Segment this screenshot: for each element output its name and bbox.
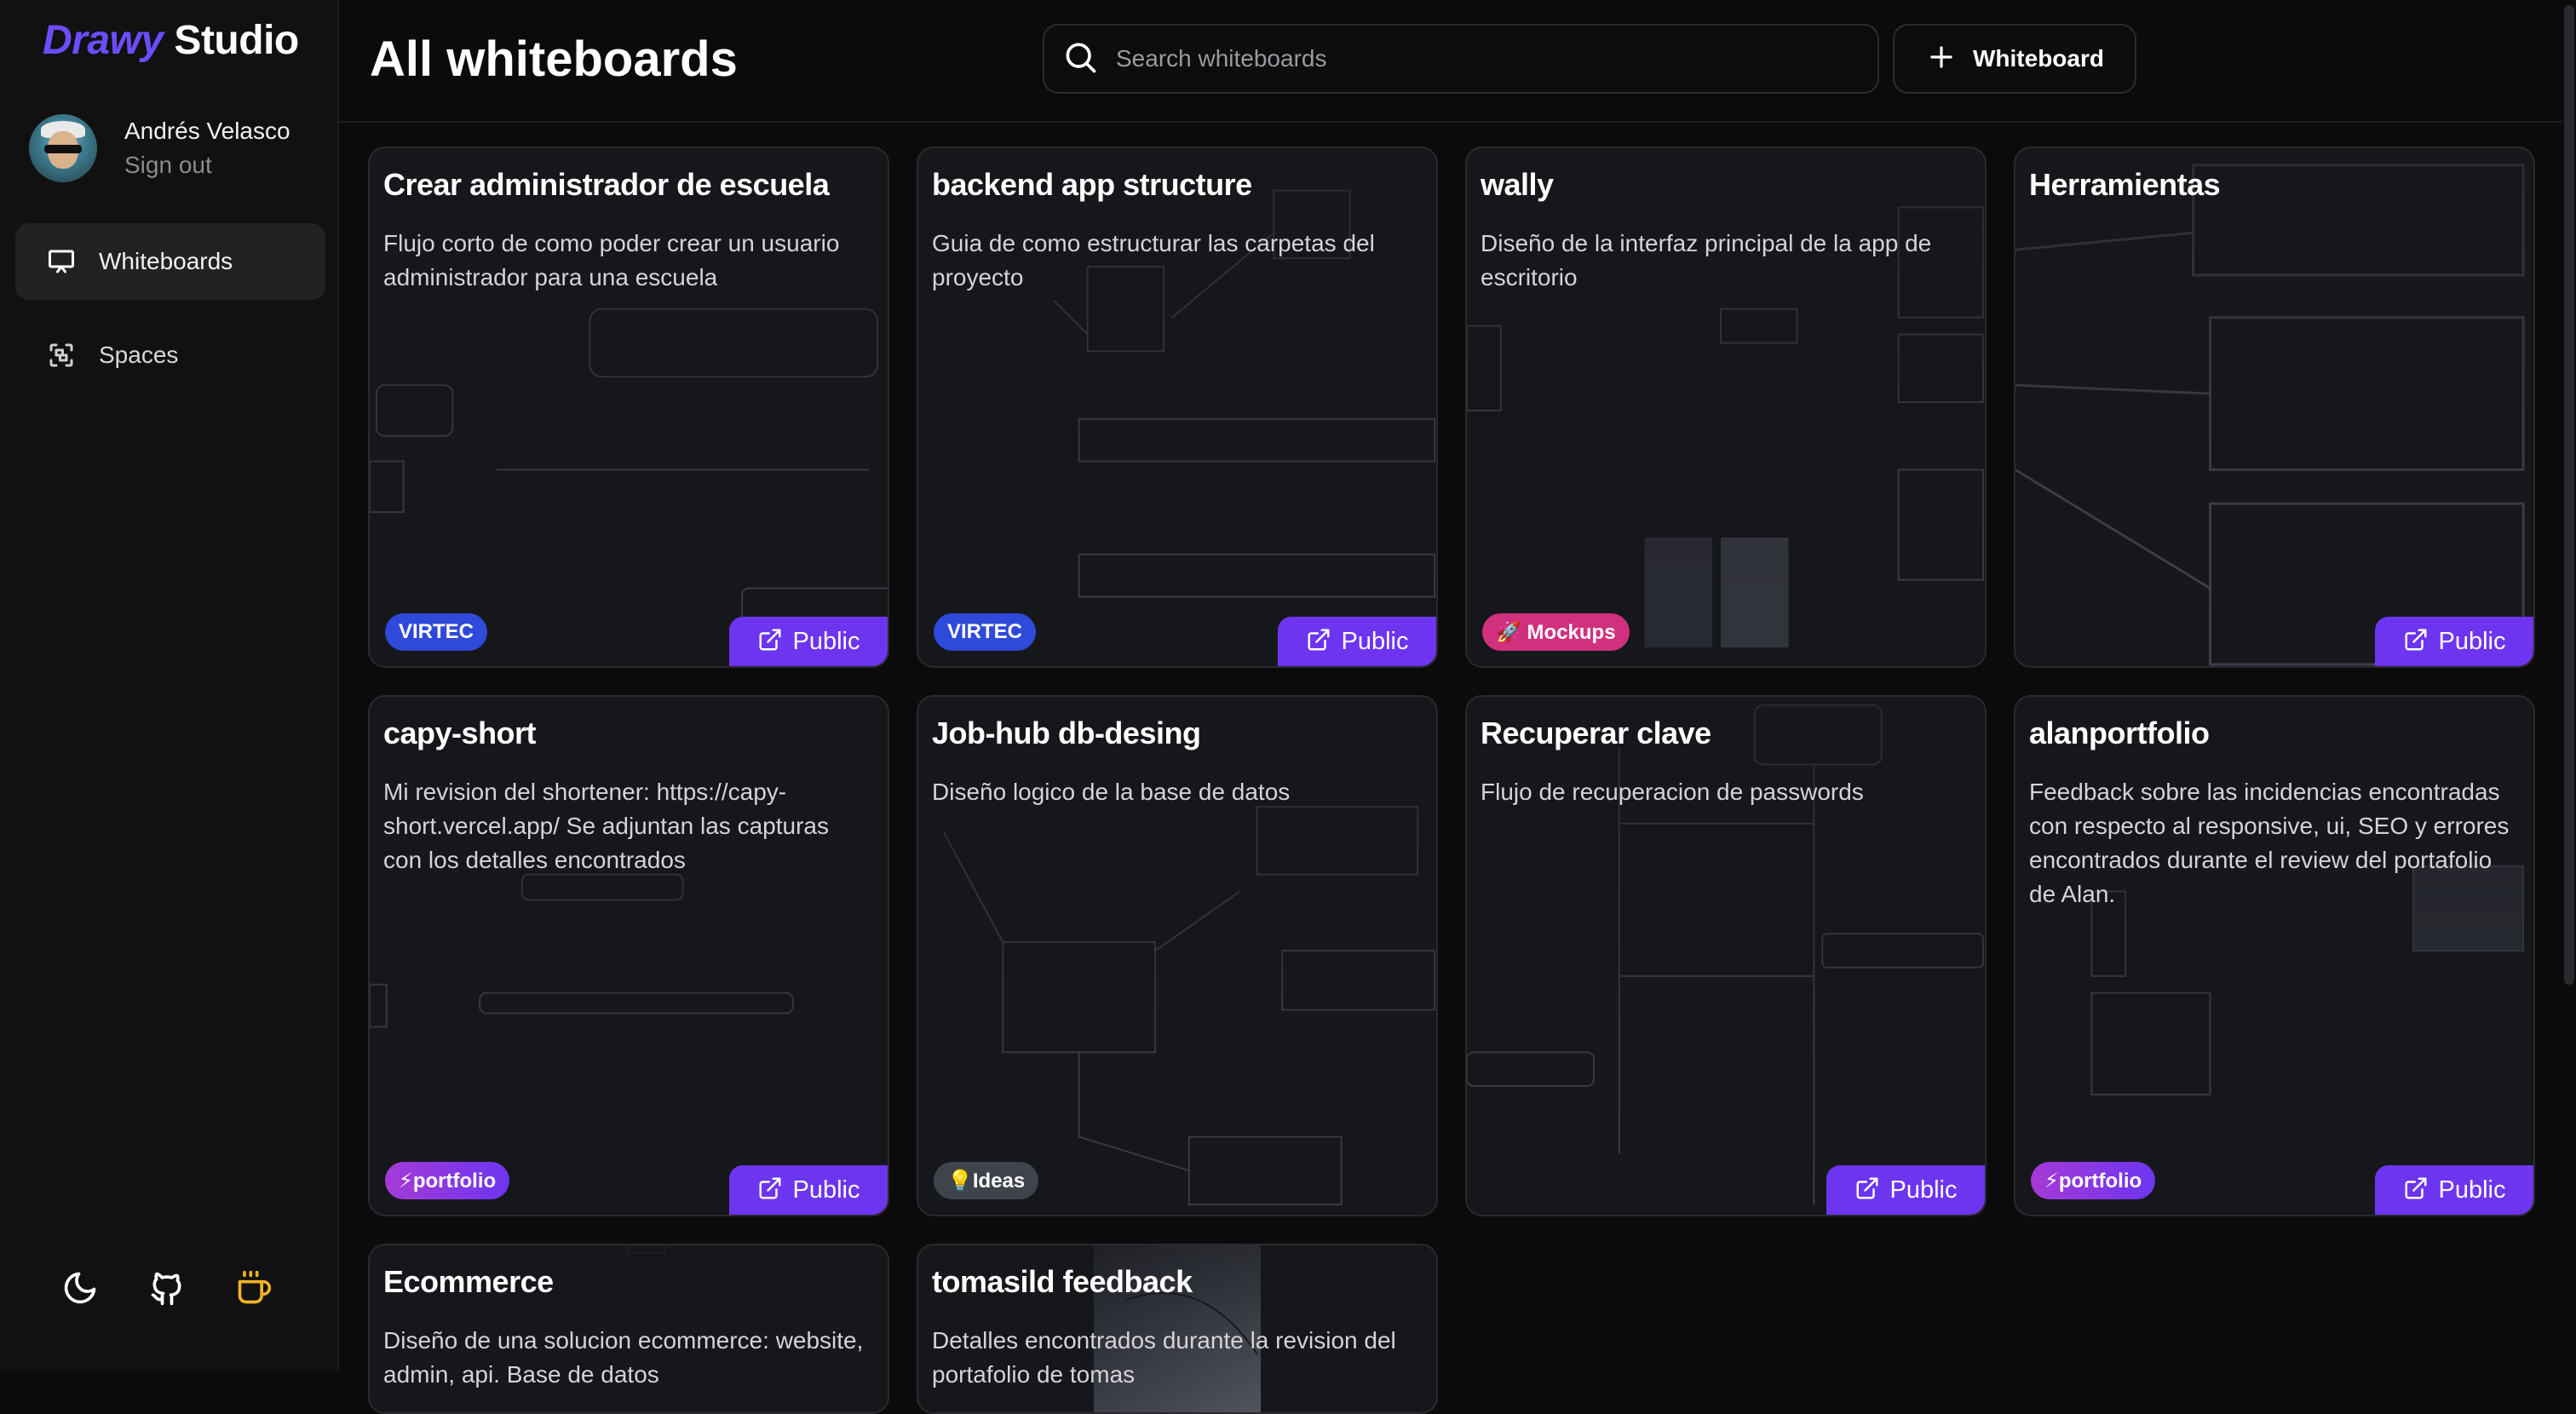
public-label: Public bbox=[2438, 627, 2506, 655]
space-tag[interactable]: ⚡portfolio bbox=[2031, 1162, 2156, 1199]
card-description: Flujo de recuperacion de passwords bbox=[1481, 779, 1864, 805]
public-link-button[interactable]: Public bbox=[1826, 1165, 1985, 1215]
card-description: Feedback sobre las incidencias encontrad… bbox=[2029, 779, 2510, 907]
card-description: Detalles encontrados durante la revision… bbox=[932, 1327, 1396, 1388]
sidebar-item-whiteboards[interactable]: Whiteboards bbox=[15, 223, 325, 300]
external-link-icon bbox=[2403, 627, 2429, 657]
whiteboard-card[interactable]: Herramientas Public bbox=[2014, 147, 2535, 668]
whiteboard-card[interactable]: wally Diseño de la interfaz principal de … bbox=[1465, 147, 1987, 668]
card-title: Ecommerce bbox=[383, 1264, 554, 1299]
public-link-button[interactable]: Public bbox=[2375, 617, 2533, 666]
public-link-button[interactable]: Public bbox=[729, 617, 888, 666]
space-tag[interactable]: 💡Ideas bbox=[934, 1162, 1039, 1199]
avatar[interactable] bbox=[29, 114, 97, 182]
card-description: Flujo corto de como poder crear un usuar… bbox=[383, 230, 840, 290]
spaces-scan-icon bbox=[44, 338, 78, 372]
card-title: alanportfolio bbox=[2029, 716, 2210, 750]
sign-out-link[interactable]: Sign out bbox=[124, 152, 212, 179]
brand-part-2: Studio bbox=[174, 18, 299, 63]
avatar-glasses bbox=[44, 145, 82, 153]
github-icon[interactable] bbox=[147, 1267, 187, 1308]
whiteboard-card[interactable]: Ecommerce Diseño de una solucion ecommerc… bbox=[368, 1244, 889, 1414]
public-link-button[interactable]: Public bbox=[2375, 1165, 2533, 1215]
card-overlay bbox=[2015, 148, 2533, 666]
page-title: All whiteboards bbox=[370, 32, 738, 87]
card-title: tomasild feedback bbox=[932, 1264, 1193, 1299]
sidebar: Drawy Studio Andrés Velasco Sign out Whi… bbox=[0, 0, 339, 1371]
card-title: Herramientas bbox=[2029, 167, 2221, 202]
scrollbar-thumb[interactable] bbox=[2564, 5, 2574, 985]
external-link-icon bbox=[1854, 1175, 1880, 1205]
public-link-button[interactable]: Public bbox=[729, 1165, 888, 1215]
header-divider bbox=[339, 121, 2576, 123]
card-title: wally bbox=[1481, 167, 1554, 202]
new-whiteboard-label: Whiteboard bbox=[1973, 45, 2104, 72]
space-tag[interactable]: VIRTEC bbox=[934, 613, 1037, 651]
whiteboard-card[interactable]: Job-hub db-desing Diseño logico de la bas… bbox=[917, 695, 1438, 1216]
external-link-icon bbox=[757, 627, 783, 657]
sidebar-item-label: Whiteboards bbox=[99, 248, 233, 274]
card-title: Job-hub db-desing bbox=[932, 716, 1201, 750]
search-icon bbox=[1061, 38, 1099, 80]
presentation-board-icon bbox=[44, 244, 78, 279]
external-link-icon bbox=[757, 1175, 783, 1205]
card-description: Guia de como estructurar las carpetas de… bbox=[932, 230, 1375, 290]
whiteboard-card[interactable]: Recuperar clave Flujo de recuperacion de … bbox=[1465, 695, 1987, 1216]
whiteboard-card[interactable]: capy-short Mi revision del shortener: htt… bbox=[368, 695, 889, 1216]
public-label: Public bbox=[1889, 1175, 1958, 1204]
public-label: Public bbox=[2438, 1175, 2506, 1204]
whiteboard-card[interactable]: alanportfolio Feedback sobre las incidenc… bbox=[2014, 695, 2535, 1216]
public-label: Public bbox=[1341, 627, 1409, 655]
brand-part-1: Drawy bbox=[43, 18, 164, 63]
plus-icon bbox=[1925, 41, 1958, 78]
search-bar bbox=[1043, 24, 1879, 94]
brand-logo[interactable]: Drawy Studio bbox=[43, 17, 299, 64]
sidebar-footer bbox=[60, 1267, 274, 1308]
card-title: capy-short bbox=[383, 716, 537, 750]
card-title: Crear administrador de escuela bbox=[383, 167, 830, 202]
coffee-cup-icon[interactable] bbox=[233, 1267, 274, 1308]
space-tag[interactable]: VIRTEC bbox=[385, 613, 488, 651]
user-name: Andrés Velasco bbox=[124, 118, 290, 144]
space-tag[interactable]: ⚡portfolio bbox=[385, 1162, 510, 1199]
card-title: backend app structure bbox=[932, 167, 1252, 202]
sidebar-item-spaces[interactable]: Spaces bbox=[15, 317, 325, 394]
card-description: Diseño logico de la base de datos bbox=[932, 779, 1291, 805]
public-label: Public bbox=[792, 1175, 860, 1204]
external-link-icon bbox=[1306, 627, 1331, 657]
card-description: Diseño de la interfaz principal de la ap… bbox=[1481, 230, 1932, 290]
moon-icon[interactable] bbox=[60, 1267, 101, 1308]
card-description: Mi revision del shortener: https://capy-… bbox=[383, 779, 829, 873]
whiteboard-card[interactable]: Crear administrador de escuela Flujo cort… bbox=[368, 147, 889, 668]
external-link-icon bbox=[2403, 1175, 2429, 1205]
card-description: Diseño de una solucion ecommerce: websit… bbox=[383, 1327, 864, 1388]
card-title: Recuperar clave bbox=[1481, 716, 1711, 750]
whiteboard-card[interactable]: backend app structure Guia de como estruc… bbox=[917, 147, 1438, 668]
public-label: Public bbox=[792, 627, 860, 655]
public-link-button[interactable]: Public bbox=[1278, 617, 1436, 666]
space-tag[interactable]: 🚀 Mockups bbox=[1482, 613, 1630, 651]
new-whiteboard-button[interactable]: Whiteboard bbox=[1893, 24, 2136, 94]
sidebar-item-label: Spaces bbox=[99, 342, 179, 368]
whiteboard-card[interactable]: tomasild feedback Detalles encontrados du… bbox=[917, 1244, 1438, 1414]
search-input[interactable] bbox=[1114, 44, 1867, 73]
